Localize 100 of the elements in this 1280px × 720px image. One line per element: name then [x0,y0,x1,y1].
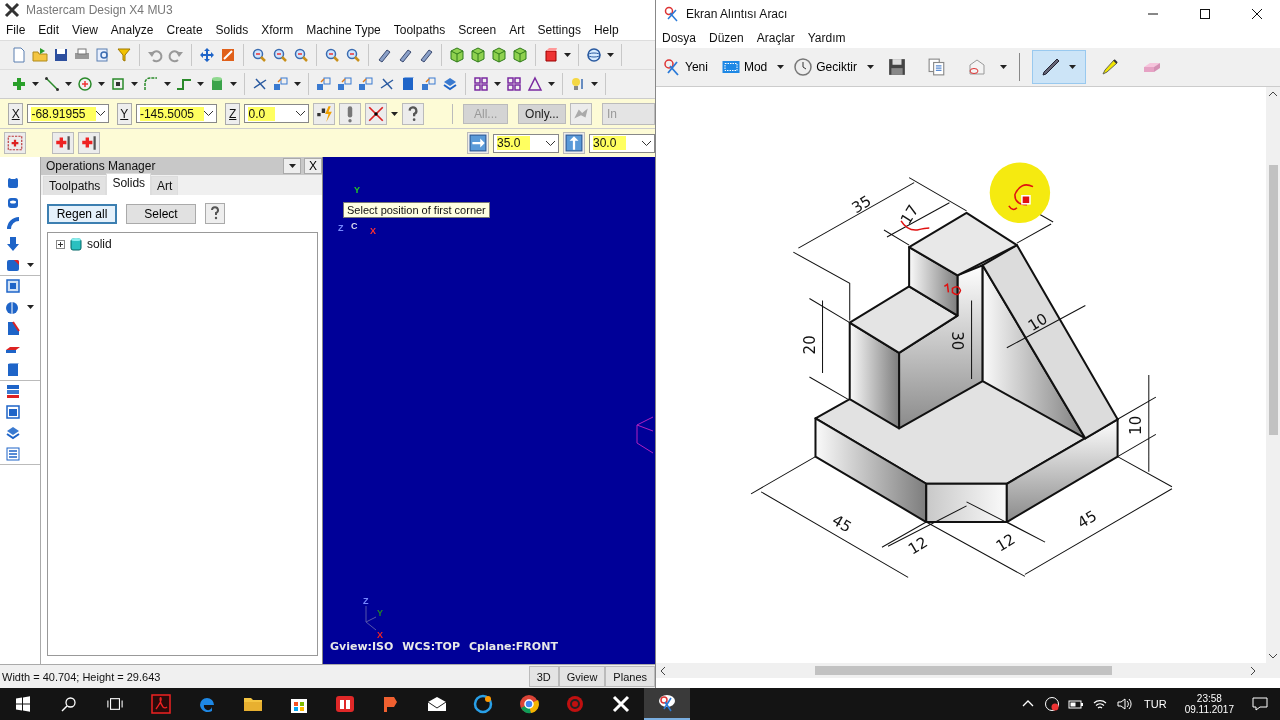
app-logo-icon[interactable] [611,694,631,714]
caret-icon[interactable] [32,82,39,86]
chevron-icon[interactable] [546,140,555,146]
tab[interactable]: Solids [106,173,152,195]
globe-icon[interactable] [586,47,602,63]
status-button[interactable]: Planes [605,666,655,687]
open-folder-icon[interactable] [32,47,48,63]
zoom-icon[interactable] [345,47,361,63]
caret-icon[interactable] [98,82,105,86]
menu-item[interactable]: Dosya [662,31,696,45]
transform-icon[interactable] [273,76,289,92]
language-indicator[interactable]: TUR [1144,698,1167,710]
cube-icon[interactable] [449,47,465,63]
cube-icon[interactable] [512,47,528,63]
tab[interactable]: Toolpaths [43,176,107,195]
caret-icon[interactable] [591,82,598,86]
shield-icon[interactable] [1044,696,1061,712]
chamfer-icon[interactable] [5,320,21,336]
fit-icon[interactable] [220,47,236,63]
menu-item[interactable]: Solids [215,23,249,37]
panel-button[interactable]: Select [126,203,196,224]
bulb-icon[interactable] [570,76,586,92]
rectangle-icon[interactable] [110,76,126,92]
triangle-icon[interactable] [527,76,543,92]
trim-icon[interactable] [252,76,268,92]
sweep-icon[interactable] [5,215,21,231]
caret-icon[interactable] [607,53,614,57]
dropdown-button[interactable] [283,158,301,174]
browser-icon[interactable] [519,694,539,714]
caret-icon[interactable] [548,82,555,86]
clock-date[interactable]: 09.11.2017 [1184,704,1234,715]
menu-item[interactable]: Düzen [709,31,744,45]
point-icon[interactable] [4,132,26,154]
save-icon[interactable] [53,47,69,63]
toolbar-button[interactable]: Mod [717,56,772,78]
caret-icon[interactable] [131,82,138,86]
stack-icon[interactable] [442,76,458,92]
new-file-icon[interactable] [11,47,27,63]
grid-icon[interactable] [473,76,489,92]
zoom-icon[interactable] [251,47,267,63]
menu-item[interactable]: Araçlar [756,31,795,45]
box-icon[interactable] [543,47,559,63]
axis-button[interactable]: Z [225,102,241,125]
block-icon[interactable] [400,76,416,92]
boolean-icon[interactable] [5,299,21,315]
expand-icon[interactable] [56,239,65,249]
book-icon[interactable] [335,694,355,714]
line-icon[interactable] [44,76,60,92]
toolbar-button[interactable]: Geciktir [790,56,861,78]
caret-icon[interactable] [197,82,204,86]
chevron-icon[interactable] [95,111,105,116]
chevron-icon[interactable] [295,111,305,116]
circle-icon[interactable] [77,76,93,92]
help-button[interactable] [205,203,225,224]
close-icon[interactable] [1251,8,1263,20]
tree-item[interactable]: solid [87,237,112,251]
pencil-icon[interactable] [397,47,413,63]
scissors-icon[interactable] [657,693,677,713]
pencil-icon[interactable] [418,47,434,63]
zoom-icon[interactable] [324,47,340,63]
close-button[interactable]: X [304,158,322,174]
funnel-icon[interactable] [116,47,132,63]
cube-icon[interactable] [491,47,507,63]
gear-icon[interactable] [565,694,585,714]
caret-icon[interactable] [27,305,34,309]
caret-icon[interactable] [777,65,785,69]
coordinate-field[interactable]: -68.91955 [27,104,109,123]
menu-item[interactable]: Art [509,23,525,37]
caret-icon[interactable] [27,263,34,267]
add-icon[interactable] [78,132,100,154]
zoom-icon[interactable] [272,47,288,63]
caret-icon[interactable] [65,82,72,86]
pen-button[interactable] [1031,50,1086,84]
menu-item[interactable]: Edit [38,23,60,37]
window-icon[interactable] [5,404,21,420]
copy-icon[interactable] [927,58,946,76]
caret-icon[interactable] [230,82,237,86]
pdf-icon[interactable] [151,694,171,714]
transform-icon[interactable] [337,76,353,92]
caret-icon[interactable] [564,53,571,57]
tab[interactable]: Art [151,176,179,195]
stack-icon[interactable] [5,425,21,441]
menu-item[interactable]: Toolpaths [393,23,446,37]
panel-button[interactable]: Regen all [47,203,117,224]
menu-item[interactable]: Machine Type [306,23,381,37]
arrow-down-icon[interactable] [5,236,21,252]
notification-icon[interactable] [1252,696,1268,712]
zoom-icon[interactable] [293,47,309,63]
caret-icon[interactable] [999,65,1007,69]
scroll-down-icon[interactable] [1269,654,1277,659]
graphics-viewport[interactable]: Y Select position of first corner Z C X Z Y X Gview:ISO WCS:TOP Cplane:FRONT [323,157,655,664]
exclamation-icon[interactable] [338,102,361,125]
list-icon[interactable] [5,446,21,462]
coordinate-field[interactable]: 0.0 [244,104,309,123]
cube-icon[interactable] [470,47,486,63]
grid-icon[interactable] [506,76,522,92]
transform-icon[interactable] [421,76,437,92]
menu-item[interactable]: Settings [537,23,581,37]
pencil-icon[interactable] [376,47,392,63]
mail-icon[interactable] [427,694,447,714]
